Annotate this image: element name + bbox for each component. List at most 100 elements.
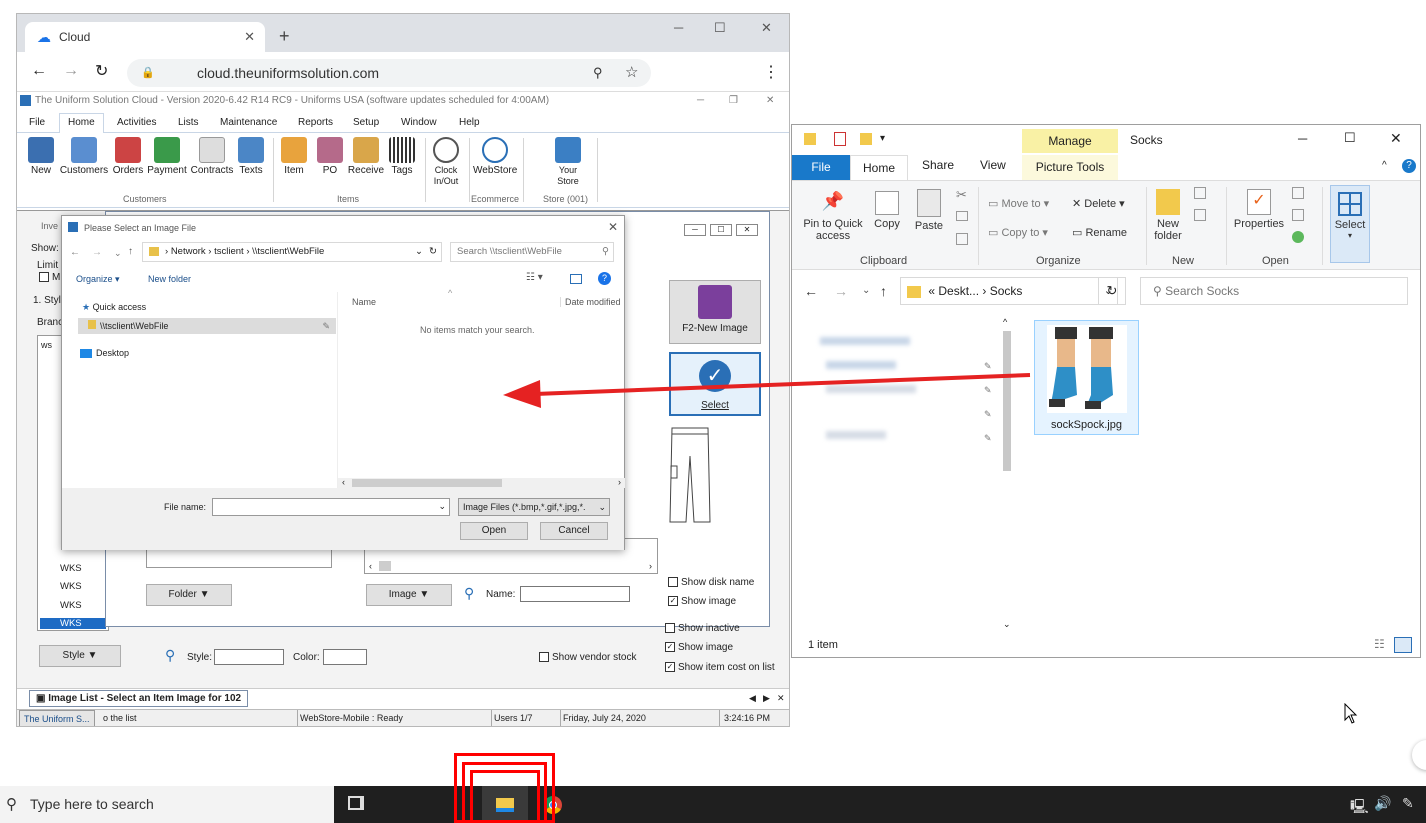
share-tab[interactable]: Share bbox=[922, 158, 954, 172]
task-view-icon[interactable] bbox=[348, 796, 364, 810]
explorer-help-icon[interactable]: ? bbox=[1402, 159, 1416, 173]
edit-icon[interactable] bbox=[1292, 209, 1304, 221]
qat-dropdown-icon[interactable]: ▾ bbox=[880, 133, 885, 144]
dialog-close-icon[interactable]: ✕ bbox=[608, 220, 618, 234]
imglist-minimize-icon[interactable]: ─ bbox=[684, 224, 706, 236]
close-icon[interactable]: ✕ bbox=[761, 20, 772, 36]
show-item-cost-checkbox[interactable]: ✓ Show item cost on list bbox=[665, 662, 775, 673]
details-view-icon[interactable]: ☷ bbox=[1374, 637, 1385, 651]
dialog-up-icon[interactable]: ↑ bbox=[128, 246, 133, 257]
orders-button[interactable]: Orders bbox=[112, 137, 144, 176]
network-icon[interactable]: 🖳 bbox=[1350, 796, 1369, 820]
explorer-nav-pane[interactable] bbox=[792, 317, 1016, 633]
copy-button[interactable]: Copy bbox=[872, 191, 902, 230]
open-icon[interactable] bbox=[1292, 187, 1304, 199]
show-image-inventory-checkbox[interactable]: ✓ Show image bbox=[665, 642, 733, 653]
menu-reports[interactable]: Reports bbox=[298, 117, 333, 128]
menu-home[interactable]: Home bbox=[59, 113, 104, 133]
show-disk-name-checkbox[interactable]: Show disk name bbox=[668, 577, 754, 588]
tab-next-icon[interactable]: ▶ bbox=[763, 693, 770, 704]
copy-path-icon[interactable] bbox=[956, 211, 968, 221]
delete-button[interactable]: ✕ Delete ▾ bbox=[1072, 197, 1125, 210]
col-name-header[interactable]: Name bbox=[352, 297, 376, 307]
folder-dropdown[interactable]: Folder ▼ bbox=[146, 584, 232, 606]
style-dropdown[interactable]: Style ▼ bbox=[39, 645, 121, 667]
app-restore-icon[interactable]: ❐ bbox=[729, 92, 738, 110]
color-input[interactable] bbox=[323, 649, 367, 665]
menu-window[interactable]: Window bbox=[401, 117, 437, 128]
crumb-tsclient[interactable]: tsclient bbox=[214, 246, 244, 257]
picture-tools-tab[interactable]: Picture Tools bbox=[1022, 155, 1118, 180]
receive-button[interactable]: Receive bbox=[347, 137, 385, 176]
large-icons-view-icon[interactable] bbox=[1394, 637, 1412, 653]
contracts-button[interactable]: Contracts bbox=[189, 137, 235, 176]
app-minimize-icon[interactable]: ─ bbox=[697, 92, 704, 110]
menu-kebab-icon[interactable]: ⋮ bbox=[763, 62, 779, 82]
maximize-icon[interactable]: ☐ bbox=[714, 20, 726, 36]
nav-scroll-up-icon[interactable]: ^ bbox=[1003, 317, 1007, 327]
show-vendor-stock-checkbox[interactable]: Show vendor stock bbox=[539, 652, 637, 663]
scroll-left-icon[interactable]: ‹ bbox=[369, 561, 372, 571]
dialog-scroll-right-icon[interactable]: › bbox=[618, 477, 621, 487]
imglist-close-icon[interactable]: ✕ bbox=[736, 224, 758, 236]
menu-lists[interactable]: Lists bbox=[178, 117, 199, 128]
pen-icon[interactable]: ✎ bbox=[1402, 795, 1414, 812]
dialog-refresh-icon[interactable]: ↻ bbox=[429, 243, 437, 261]
chrome-tab[interactable]: ☁ Cloud ✕ bbox=[25, 22, 265, 52]
file-tile-sockspock[interactable]: sockSpock.jpg bbox=[1034, 320, 1139, 435]
path-desktop[interactable]: Deskt... bbox=[938, 284, 979, 298]
new-folder-button[interactable]: New folder bbox=[1150, 189, 1186, 242]
view-tab[interactable]: View bbox=[980, 158, 1006, 172]
new-item-icon[interactable] bbox=[1194, 187, 1206, 199]
nav-desktop[interactable]: Desktop bbox=[80, 348, 129, 359]
menu-file[interactable]: File bbox=[29, 117, 45, 128]
reload-icon[interactable]: ↻ bbox=[95, 61, 108, 81]
file-tab[interactable]: File bbox=[792, 155, 850, 180]
clock-button[interactable]: Clock In/Out bbox=[429, 137, 463, 187]
customers-button[interactable]: Customers bbox=[59, 137, 109, 176]
texts-button[interactable]: Texts bbox=[237, 137, 265, 176]
app-close-icon[interactable]: ✕ bbox=[766, 92, 774, 110]
dialog-forward-icon[interactable]: → bbox=[92, 247, 102, 258]
po-button[interactable]: PO bbox=[317, 137, 343, 176]
cut-icon[interactable]: ✂ bbox=[956, 187, 967, 203]
rename-button[interactable]: ▭ Rename bbox=[1072, 226, 1127, 239]
organize-button[interactable]: Organize ▾ bbox=[76, 274, 120, 285]
crumb-webfile[interactable]: \\tsclient\WebFile bbox=[252, 246, 324, 257]
ribbon-collapse-icon[interactable]: ^ bbox=[1382, 160, 1387, 171]
new-button[interactable]: New bbox=[27, 137, 55, 176]
status-app-button[interactable]: The Uniform S... bbox=[19, 710, 95, 726]
explorer-up-icon[interactable]: ↑ bbox=[880, 283, 887, 299]
show-inactive-checkbox[interactable]: Show inactive bbox=[665, 623, 740, 634]
copy-to-button[interactable]: ▭ Copy to ▾ bbox=[988, 226, 1048, 239]
bookmark-star-icon[interactable]: ☆ bbox=[625, 59, 638, 87]
table-row[interactable]: WKS bbox=[60, 563, 82, 574]
nav-webfile[interactable]: \\tsclient\WebFile ✎ bbox=[78, 318, 336, 334]
open-button[interactable]: Open bbox=[460, 522, 528, 540]
table-row-selected[interactable]: WKS bbox=[40, 618, 106, 629]
dialog-back-icon[interactable]: ← bbox=[70, 247, 80, 258]
image-dropdown[interactable]: Image ▼ bbox=[366, 584, 452, 606]
minimize-icon[interactable]: ─ bbox=[674, 20, 683, 35]
explorer-maximize-icon[interactable]: ☐ bbox=[1344, 130, 1356, 146]
path-socks[interactable]: Socks bbox=[990, 284, 1023, 298]
back-icon[interactable]: ← bbox=[31, 62, 47, 80]
scroll-right-icon[interactable]: › bbox=[649, 561, 652, 571]
forward-icon[interactable]: → bbox=[63, 62, 79, 80]
explorer-close-icon[interactable]: ✕ bbox=[1390, 130, 1402, 147]
properties-button[interactable]: ✓ Properties bbox=[1232, 189, 1286, 230]
menu-activities[interactable]: Activities bbox=[117, 117, 156, 128]
tab-close-icon[interactable]: ✕ bbox=[777, 693, 785, 704]
file-type-select[interactable]: Image Files (*.bmp,*.gif,*.jpg,*. ⌄ bbox=[458, 498, 610, 516]
dialog-breadcrumb[interactable]: › Network › tsclient › \\tsclient\WebFil… bbox=[142, 242, 442, 262]
f2-new-image-button[interactable]: F2-New Image bbox=[669, 280, 761, 344]
dialog-search-input[interactable]: Search \\tsclient\WebFile ⚲ bbox=[450, 242, 614, 262]
payment-button[interactable]: Payment bbox=[146, 137, 188, 176]
close-tab-icon[interactable]: ✕ bbox=[244, 29, 255, 45]
easy-access-icon[interactable] bbox=[1194, 209, 1206, 221]
pin-quick-access-button[interactable]: 📌 Pin to Quick access bbox=[798, 191, 868, 242]
your-store-button[interactable]: Your Store bbox=[547, 137, 589, 187]
quick-newfolder-icon[interactable] bbox=[860, 133, 872, 145]
volume-icon[interactable]: 🔊 bbox=[1374, 795, 1391, 812]
name-input[interactable] bbox=[520, 586, 630, 602]
